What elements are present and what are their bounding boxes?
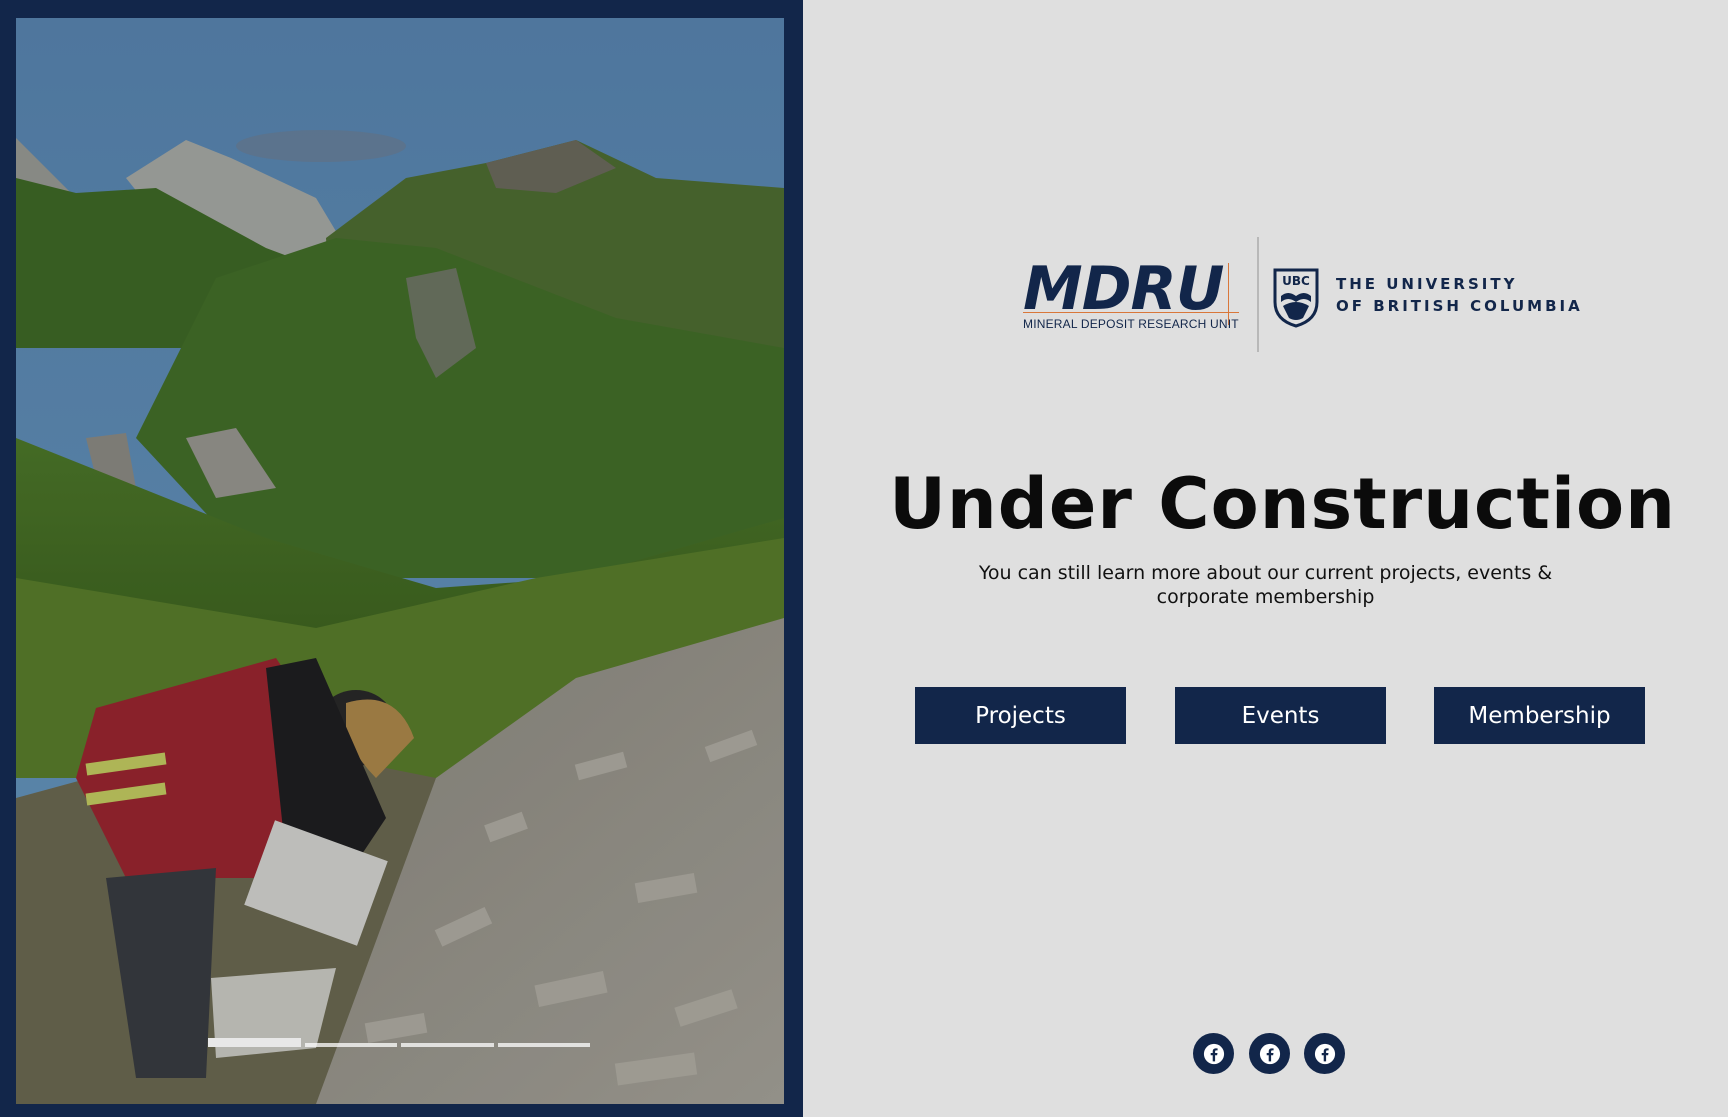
ubc-line-2: OF BRITISH COLUMBIA: [1336, 297, 1583, 315]
slide-indicator-4[interactable]: [497, 1043, 590, 1047]
logo-lockup: MDRU MINERAL DEPOSIT RESEARCH UNIT UBC T…: [1023, 237, 1583, 352]
ubc-line-1: THE UNIVERSITY: [1336, 275, 1518, 293]
events-button[interactable]: Events: [1175, 687, 1386, 744]
slide-indicator-1[interactable]: [208, 1038, 301, 1047]
facebook-link-1[interactable]: [1193, 1033, 1234, 1074]
mdru-logo-underline: [1023, 312, 1239, 313]
ubc-crest-icon: UBC: [1273, 268, 1319, 328]
mdru-logo-accent: [1228, 263, 1229, 325]
content-panel: MDRU MINERAL DEPOSIT RESEARCH UNIT UBC T…: [803, 0, 1728, 1117]
field-geologist-photo: [16, 18, 784, 1104]
mdru-subtitle: MINERAL DEPOSIT RESEARCH UNIT: [1023, 317, 1239, 331]
projects-button[interactable]: Projects: [915, 687, 1126, 744]
facebook-icon: [1259, 1043, 1280, 1064]
logo-divider: [1257, 237, 1259, 352]
slide-indicator-3[interactable]: [401, 1043, 494, 1047]
ubc-crest-text: UBC: [1282, 274, 1310, 288]
slideshow-progress: [208, 1037, 590, 1047]
slide-indicator-2[interactable]: [304, 1043, 397, 1047]
facebook-link-3[interactable]: [1304, 1033, 1345, 1074]
hero-image-panel: [0, 0, 803, 1117]
membership-button[interactable]: Membership: [1434, 687, 1645, 744]
page-title: Under Construction: [889, 463, 1676, 545]
page-subtitle: You can still learn more about our curre…: [978, 562, 1553, 608]
facebook-icon: [1314, 1043, 1335, 1064]
mdru-logo: MDRU: [1023, 254, 1224, 324]
facebook-icon: [1203, 1043, 1224, 1064]
ubc-wordmark: THE UNIVERSITY OF BRITISH COLUMBIA: [1336, 273, 1583, 317]
facebook-link-2[interactable]: [1249, 1033, 1290, 1074]
